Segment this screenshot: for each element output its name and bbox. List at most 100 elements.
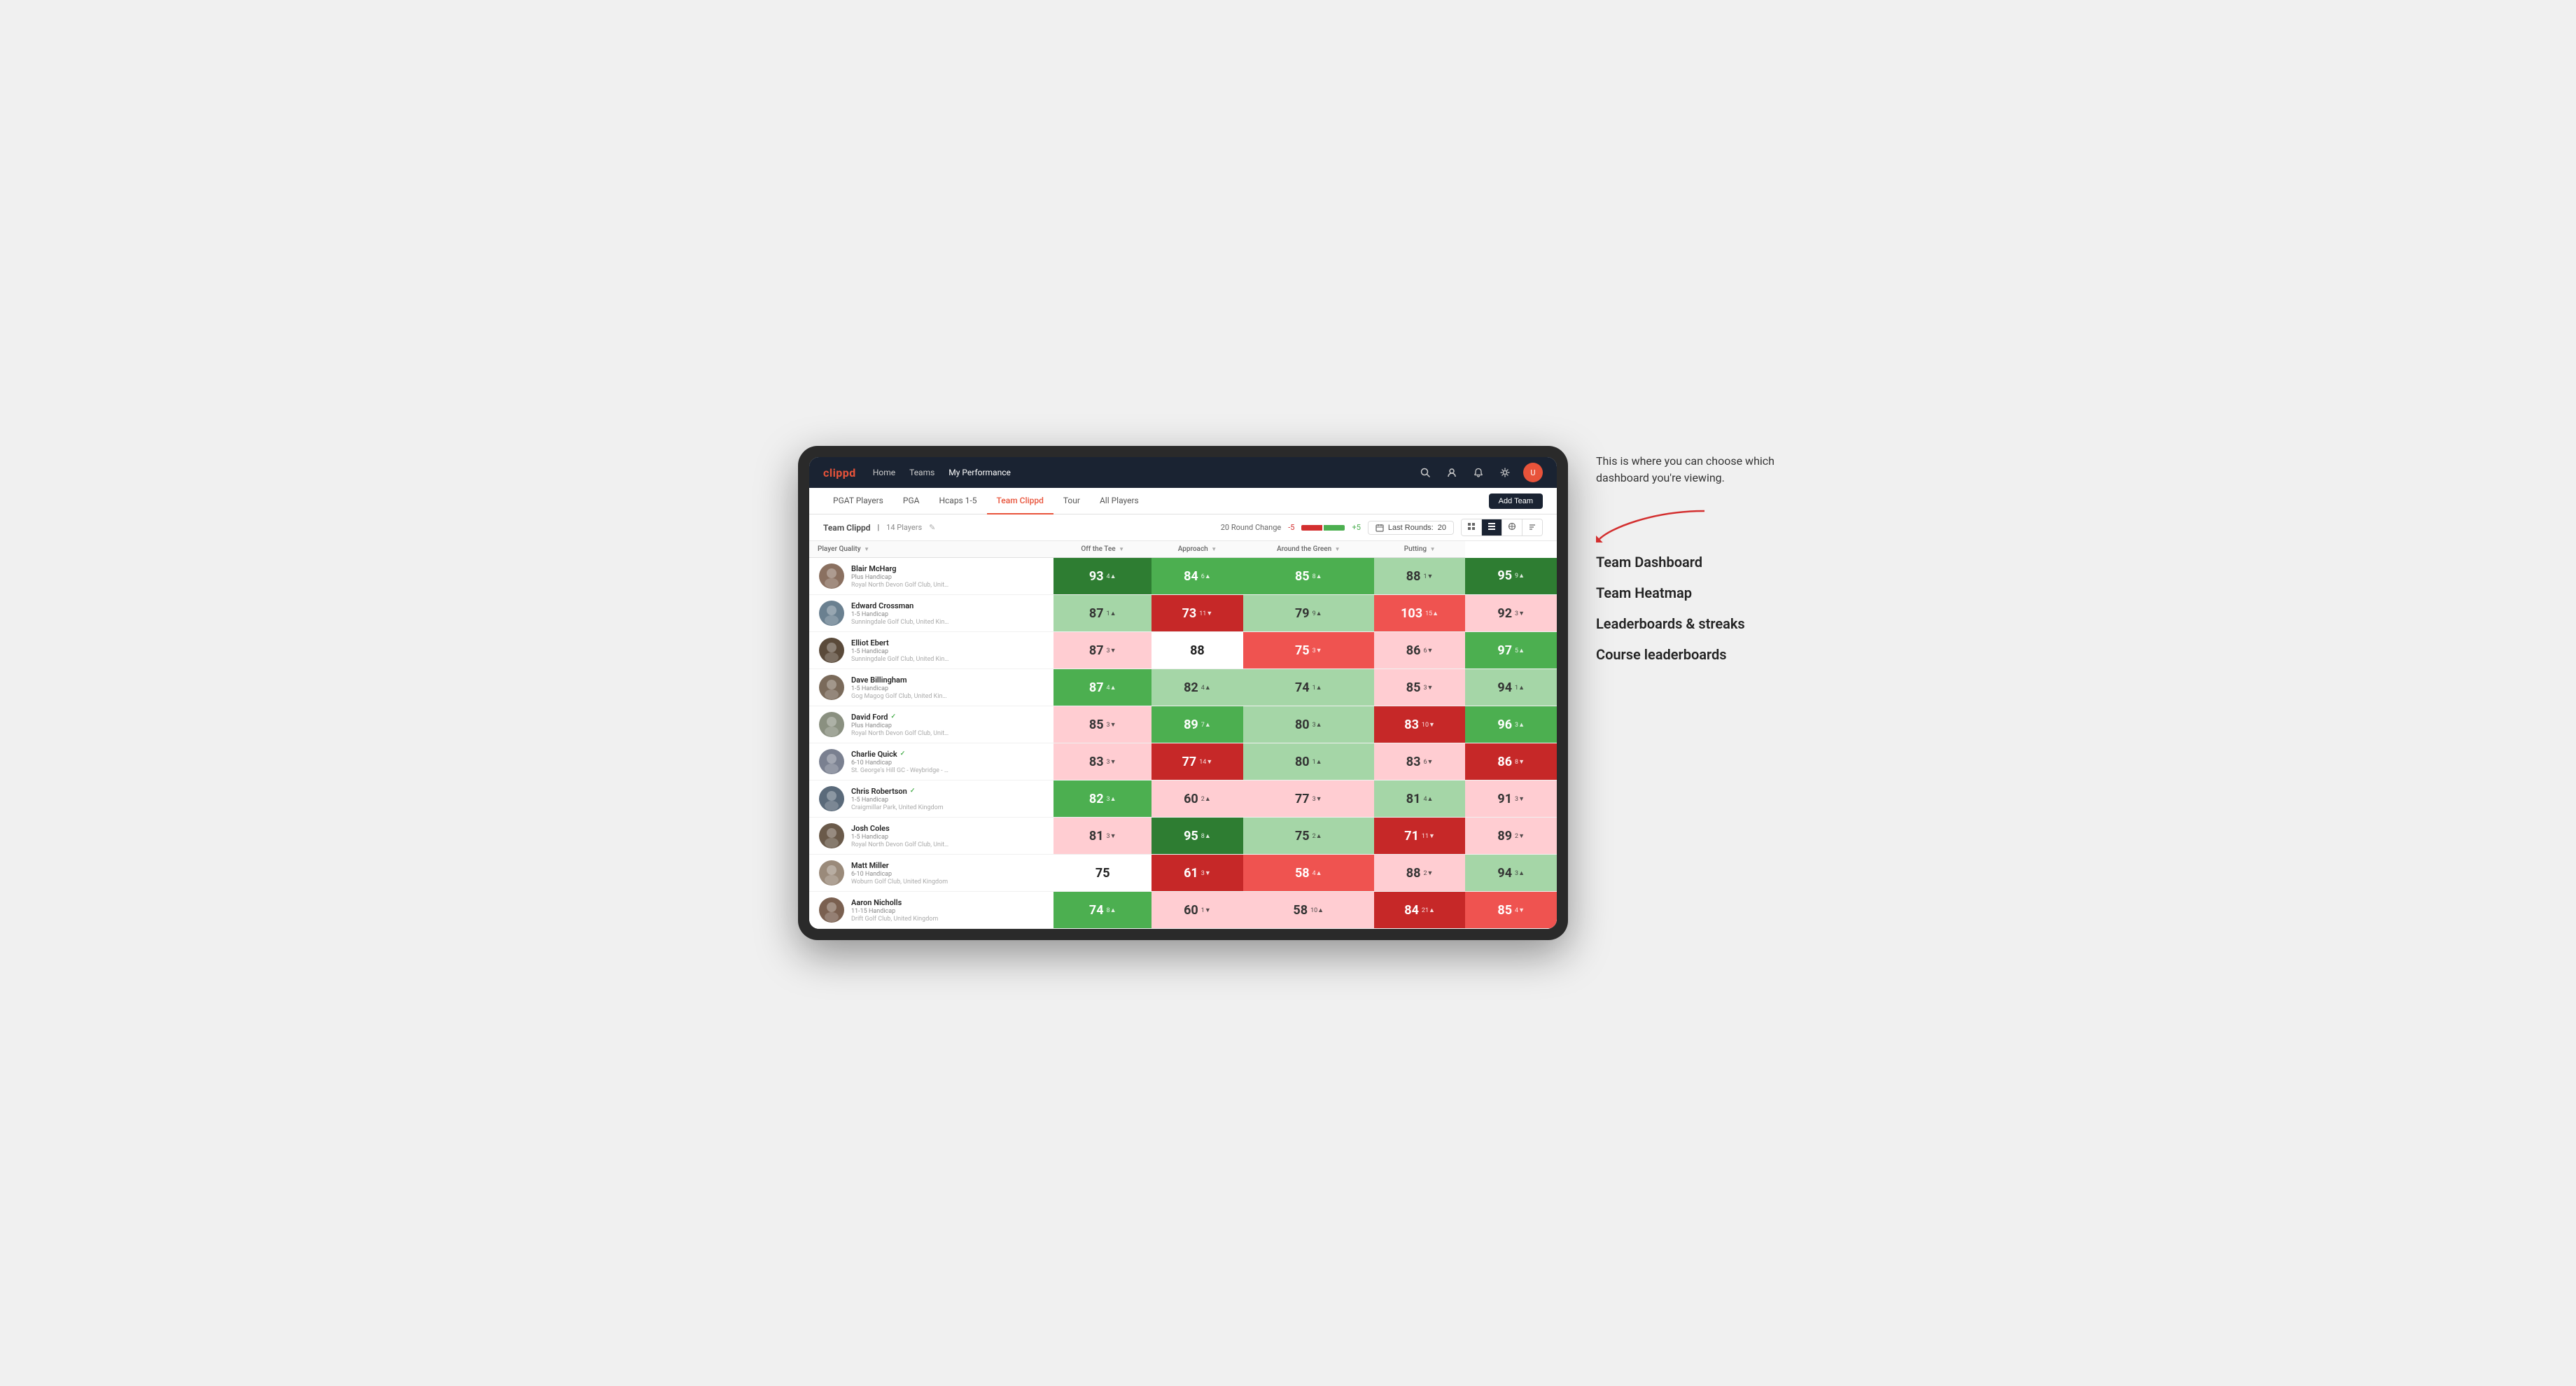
table-row[interactable]: Dave Billingham 1-5 Handicap Gog Magog G… — [809, 669, 1557, 706]
nav-teams[interactable]: Teams — [909, 468, 934, 477]
metric-cell: 83 3▼ — [1054, 743, 1152, 780]
metric-value: 61 — [1184, 866, 1198, 881]
metric-cell: 83 10▼ — [1374, 706, 1466, 743]
metric-cell: 87 1▲ — [1054, 595, 1152, 632]
search-icon[interactable] — [1417, 464, 1434, 481]
metric-value: 71 — [1404, 829, 1419, 844]
metric-value: 97 — [1497, 643, 1512, 658]
tab-all-players[interactable]: All Players — [1090, 488, 1149, 514]
settings-icon[interactable] — [1497, 464, 1513, 481]
player-name: Dave Billingham — [851, 676, 949, 685]
table-row[interactable]: Edward Crossman 1-5 Handicap Sunningdale… — [809, 595, 1557, 632]
edit-icon[interactable]: ✎ — [929, 523, 935, 532]
metric-value-box: 88 — [1152, 632, 1243, 668]
metric-cell: 103 15▲ — [1374, 595, 1466, 632]
metric-value: 74 — [1089, 903, 1104, 918]
metric-cell: 82 3▲ — [1054, 780, 1152, 818]
col-putting[interactable]: Putting ▼ — [1374, 541, 1466, 558]
sub-nav: PGAT Players PGA Hcaps 1-5 Team Clippd T… — [809, 488, 1557, 514]
metric-value: 82 — [1089, 792, 1104, 806]
player-count: 14 Players — [886, 523, 922, 532]
metric-value-box: 86 6▼ — [1374, 632, 1466, 668]
grid-view-btn[interactable] — [1462, 519, 1482, 536]
col-off-tee[interactable]: Off the Tee ▼ — [1054, 541, 1152, 558]
col-player-quality[interactable]: Player Quality ▼ — [809, 541, 1054, 558]
player-info-cell: Chris Robertson ✓ 1-5 Handicap Craigmill… — [809, 780, 1054, 818]
player-club: Woburn Golf Club, United Kingdom — [851, 878, 948, 886]
metric-value-box: 61 3▼ — [1152, 855, 1243, 891]
table-row[interactable]: Charlie Quick ✓ 6-10 Handicap St. George… — [809, 743, 1557, 780]
metric-value-box: 95 8▲ — [1152, 818, 1243, 854]
sort-view-btn[interactable] — [1522, 519, 1542, 536]
metric-cell: 97 5▲ — [1465, 632, 1557, 669]
metric-cell: 85 3▼ — [1374, 669, 1466, 706]
metric-cell: 85 3▼ — [1054, 706, 1152, 743]
metric-change: 2▼ — [1515, 832, 1525, 840]
metric-value: 80 — [1295, 755, 1310, 769]
metric-change: 3▼ — [1107, 647, 1116, 654]
tab-pga[interactable]: PGA — [893, 488, 930, 514]
verified-icon: ✓ — [900, 750, 906, 757]
metric-cell: 80 3▲ — [1243, 706, 1374, 743]
color-bar-red — [1301, 525, 1322, 531]
metric-value-box: 82 3▲ — [1054, 780, 1152, 817]
metric-change: 4▼ — [1515, 906, 1525, 914]
metric-value: 83 — [1404, 718, 1419, 732]
metric-value-box: 91 3▼ — [1465, 780, 1557, 817]
metric-value-box: 95 9▲ — [1465, 558, 1557, 594]
metric-value-box: 75 2▲ — [1243, 818, 1374, 854]
metric-value: 85 — [1089, 718, 1104, 732]
table-row[interactable]: Josh Coles 1-5 Handicap Royal North Devo… — [809, 818, 1557, 855]
metric-change: 8▲ — [1201, 832, 1211, 840]
table-row[interactable]: Chris Robertson ✓ 1-5 Handicap Craigmill… — [809, 780, 1557, 818]
metric-value: 81 — [1406, 792, 1421, 806]
tab-hcaps[interactable]: Hcaps 1-5 — [929, 488, 986, 514]
player-details: Aaron Nicholls 11-15 Handicap Drift Golf… — [851, 898, 938, 923]
col-approach[interactable]: Approach ▼ — [1152, 541, 1243, 558]
tablet-screen: clippd Home Teams My Performance — [809, 457, 1557, 929]
notification-icon[interactable] — [1470, 464, 1487, 481]
player-handicap: Plus Handicap — [851, 574, 949, 581]
nav-home[interactable]: Home — [873, 468, 895, 477]
table-row[interactable]: Aaron Nicholls 11-15 Handicap Drift Golf… — [809, 892, 1557, 929]
table-row[interactable]: Elliot Ebert 1-5 Handicap Sunningdale Go… — [809, 632, 1557, 669]
tab-pgat-players[interactable]: PGAT Players — [823, 488, 893, 514]
metric-cell: 92 3▼ — [1465, 595, 1557, 632]
metric-value-box: 103 15▲ — [1374, 595, 1466, 631]
table-row[interactable]: David Ford ✓ Plus Handicap Royal North D… — [809, 706, 1557, 743]
metric-change: 1▼ — [1201, 906, 1211, 914]
metric-cell: 81 4▲ — [1374, 780, 1466, 818]
nav-my-performance[interactable]: My Performance — [948, 468, 1011, 477]
player-info-cell: Elliot Ebert 1-5 Handicap Sunningdale Go… — [809, 632, 1054, 669]
table-view-btn[interactable] — [1482, 519, 1502, 536]
dashboard-items: Team Dashboard Team Heatmap Leaderboards… — [1596, 554, 1778, 663]
metric-value: 95 — [1497, 568, 1512, 583]
metric-value: 75 — [1096, 866, 1110, 881]
heatmap-view-btn[interactable] — [1502, 519, 1522, 536]
add-team-button[interactable]: Add Team — [1489, 493, 1543, 509]
metric-value: 80 — [1295, 718, 1310, 732]
user-icon[interactable] — [1443, 464, 1460, 481]
metric-value-box: 84 6▲ — [1152, 558, 1243, 594]
metric-value: 75 — [1295, 829, 1310, 844]
tab-tour[interactable]: Tour — [1054, 488, 1090, 514]
player-details: Elliot Ebert 1-5 Handicap Sunningdale Go… — [851, 638, 949, 663]
last-rounds-button[interactable]: Last Rounds: 20 — [1368, 521, 1454, 535]
user-avatar-btn[interactable]: U — [1523, 463, 1543, 482]
metric-cell: 82 4▲ — [1152, 669, 1243, 706]
player-club: Gog Magog Golf Club, United Kingdom — [851, 693, 949, 700]
metric-value-box: 94 3▲ — [1465, 855, 1557, 891]
player-name: David Ford ✓ — [851, 713, 949, 722]
metric-change: 3▼ — [1312, 647, 1322, 654]
metric-change: 1▲ — [1515, 684, 1525, 692]
last-rounds-label: Last Rounds: — [1388, 524, 1434, 532]
metric-value: 86 — [1497, 755, 1512, 769]
tab-team-clippd[interactable]: Team Clippd — [987, 488, 1054, 514]
metric-value-box: 83 6▼ — [1374, 743, 1466, 780]
metric-cell: 74 8▲ — [1054, 892, 1152, 929]
metric-value-box: 81 3▼ — [1054, 818, 1152, 854]
col-around-green[interactable]: Around the Green ▼ — [1243, 541, 1374, 558]
table-row[interactable]: Matt Miller 6-10 Handicap Woburn Golf Cl… — [809, 855, 1557, 892]
metric-cell: 77 14▼ — [1152, 743, 1243, 780]
table-row[interactable]: Blair McHarg Plus Handicap Royal North D… — [809, 558, 1557, 595]
